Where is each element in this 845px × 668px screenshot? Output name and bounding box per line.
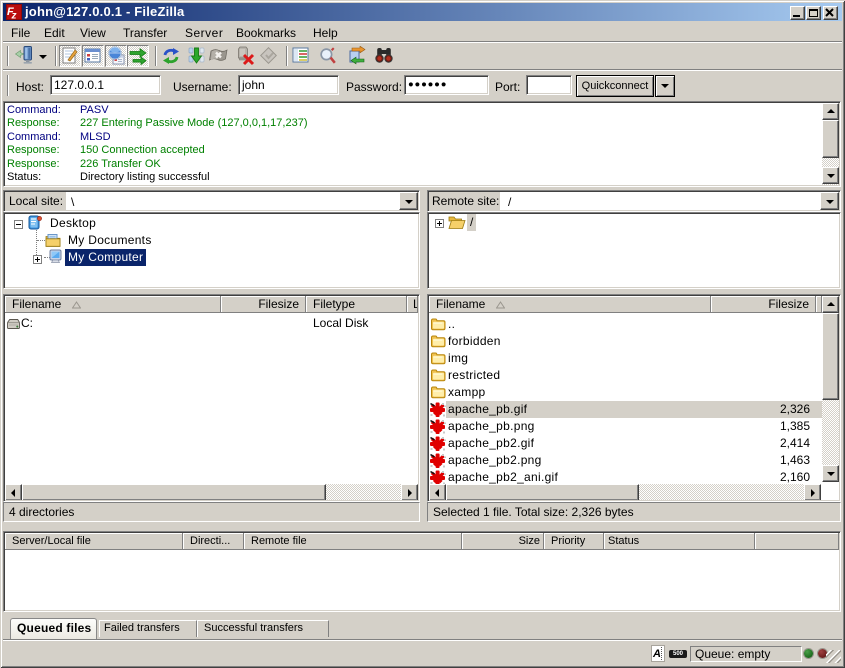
svg-text:z: z (11, 11, 17, 20)
